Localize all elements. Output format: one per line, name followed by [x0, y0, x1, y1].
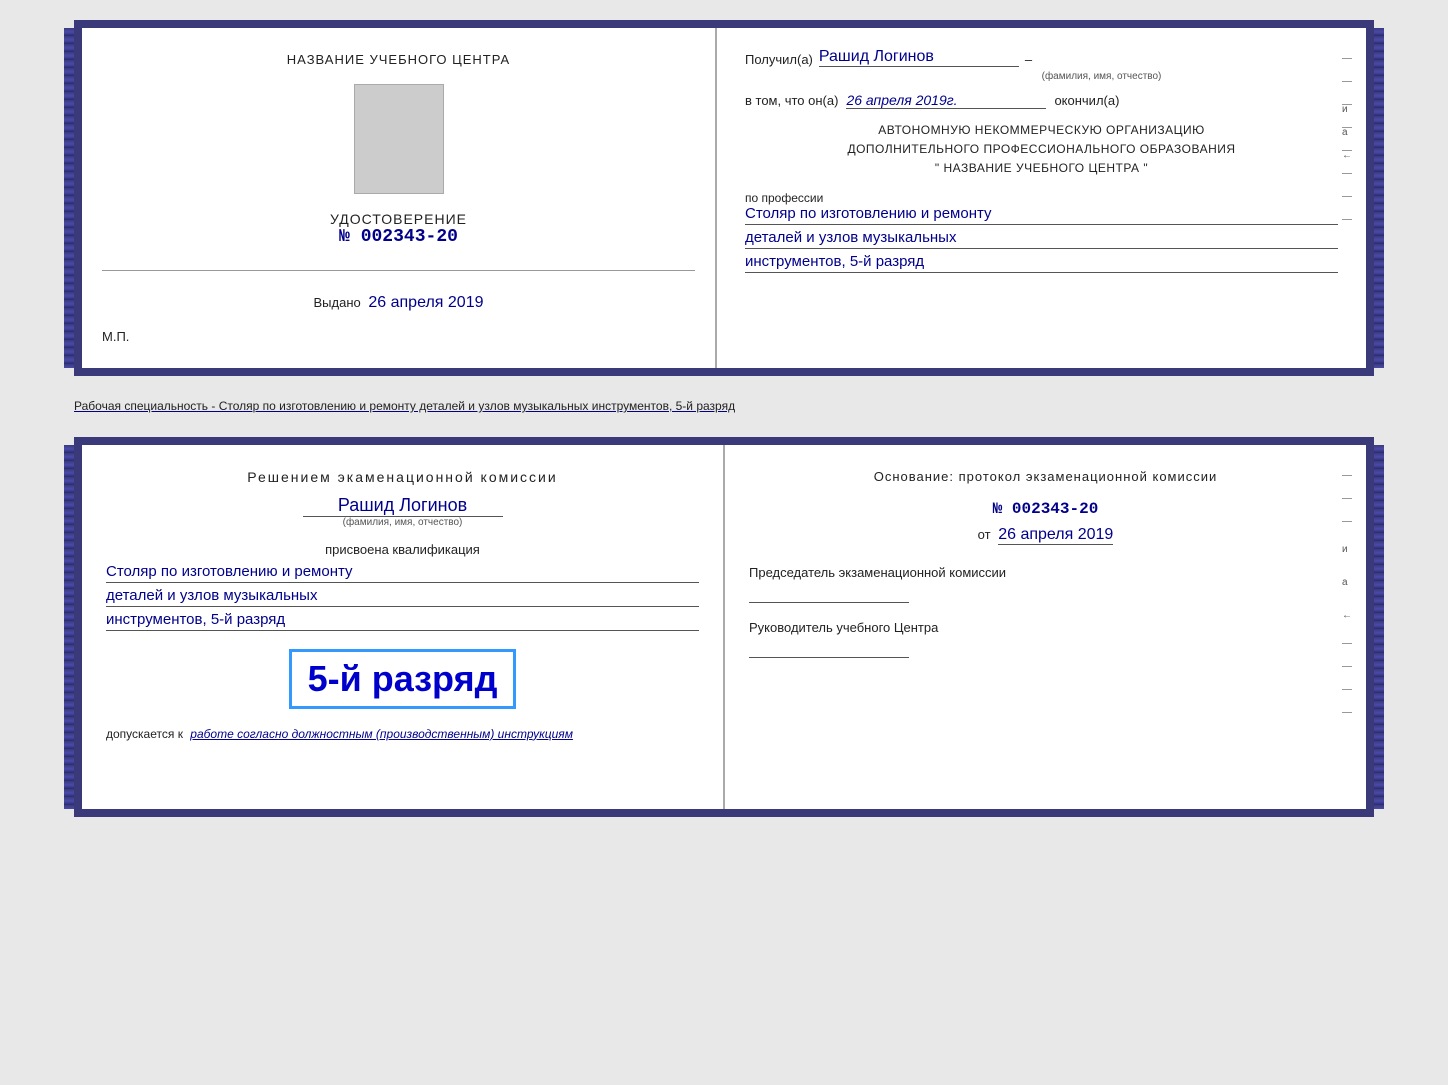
completed-date: 26 апреля 2019г.	[846, 92, 1046, 109]
between-docs-text: Рабочая специальность - Столяр по изгото…	[74, 392, 1374, 421]
cert-label: УДОСТОВЕРЕНИЕ	[102, 211, 695, 227]
separator	[102, 270, 695, 271]
prof-line3: инструментов, 5-й разряд	[745, 253, 1338, 273]
org-line1: АВТОНОМНУЮ НЕКОММЕРЧЕСКУЮ ОРГАНИЗАЦИЮ	[745, 121, 1338, 140]
issued-label: Выдано	[314, 295, 361, 310]
director-label: Руководитель учебного Центра	[749, 619, 1342, 637]
allowed-label: допускается к	[106, 727, 183, 741]
basis-date-value: 26 апреля 2019	[998, 526, 1113, 545]
bottom-right-half: Основание: протокол экзаменационной коми…	[725, 445, 1366, 809]
in-that-label: в том, что он(а)	[745, 93, 838, 108]
prof-line1: Столяр по изготовлению и ремонту	[745, 205, 1338, 225]
top-document-pair: НАЗВАНИЕ УЧЕБНОГО ЦЕНТРА УДОСТОВЕРЕНИЕ №…	[74, 20, 1374, 376]
top-right-half: Получил(а) Рашид Логинов – (фамилия, имя…	[717, 28, 1366, 368]
basis-number: № 002343-20	[749, 500, 1342, 518]
recipient-name: Рашид Логинов	[819, 48, 1019, 67]
issued-date: 26 апреля 2019	[368, 294, 483, 311]
allowed-line: допускается к работе согласно должностны…	[106, 727, 699, 741]
name-sublabel: (фамилия, имя, отчество)	[865, 71, 1338, 82]
bottom-document-pair: Решением экаменационной комиссии Рашид Л…	[74, 437, 1374, 817]
qual-line1: Столяр по изготовлению и ремонту	[106, 563, 699, 583]
bottom-left-half: Решением экаменационной комиссии Рашид Л…	[82, 445, 725, 809]
qual-line2: деталей и узлов музыкальных	[106, 587, 699, 607]
director-block: Руководитель учебного Центра	[749, 619, 1342, 658]
qual-line3: инструментов, 5-й разряд	[106, 611, 699, 631]
date-prefix: от	[978, 527, 991, 542]
cert-number: № 002343-20	[102, 227, 695, 247]
decision-title: Решением экаменационной комиссии	[106, 469, 699, 485]
completed-label: окончил(а)	[1054, 93, 1119, 108]
basis-label: Основание: протокол экзаменационной коми…	[749, 469, 1342, 484]
org-line3: " НАЗВАНИЕ УЧЕБНОГО ЦЕНТРА "	[745, 159, 1338, 178]
center-title-top: НАЗВАНИЕ УЧЕБНОГО ЦЕНТРА	[287, 52, 510, 67]
prof-line2: деталей и узлов музыкальных	[745, 229, 1338, 249]
top-left-half: НАЗВАНИЕ УЧЕБНОГО ЦЕНТРА УДОСТОВЕРЕНИЕ №…	[82, 28, 717, 368]
received-label: Получил(а)	[745, 52, 813, 67]
profession-label: по профессии	[745, 191, 1338, 205]
mp-label: М.П.	[102, 329, 129, 344]
org-line2: ДОПОЛНИТЕЛЬНОГО ПРОФЕССИОНАЛЬНОГО ОБРАЗО…	[745, 140, 1338, 159]
dash: –	[1025, 52, 1032, 67]
rank-badge: 5-й разряд	[289, 649, 517, 709]
chairman-block: Председатель экзаменационной комиссии	[749, 564, 1342, 603]
number-prefix: №	[993, 500, 1003, 518]
issued-line: Выдано 26 апреля 2019	[314, 294, 484, 312]
recipient-line: Получил(а) Рашид Логинов –	[745, 48, 1338, 67]
bottom-name-sub: (фамилия, имя, отчество)	[106, 517, 699, 528]
basis-date: от 26 апреля 2019	[749, 526, 1342, 544]
photo-placeholder	[354, 84, 444, 194]
director-sig-line	[749, 657, 909, 658]
between-text-main: Рабочая специальность - Столяр по изгото…	[74, 399, 735, 413]
number-value: 002343-20	[1012, 500, 1098, 518]
allowed-handwritten: работе согласно должностным (производств…	[190, 727, 573, 741]
qualification-label: присвоена квалификация	[106, 542, 699, 557]
chairman-label: Председатель экзаменационной комиссии	[749, 564, 1342, 582]
chairman-sig-line	[749, 602, 909, 603]
bottom-name: Рашид Логинов	[303, 495, 503, 517]
cert-number-prefix: №	[339, 227, 350, 247]
org-block: АВТОНОМНУЮ НЕКОММЕРЧЕСКУЮ ОРГАНИЗАЦИЮ ДО…	[745, 121, 1338, 179]
bottom-name-block: Рашид Логинов (фамилия, имя, отчество)	[106, 495, 699, 528]
cert-number-value: 002343-20	[361, 227, 458, 247]
